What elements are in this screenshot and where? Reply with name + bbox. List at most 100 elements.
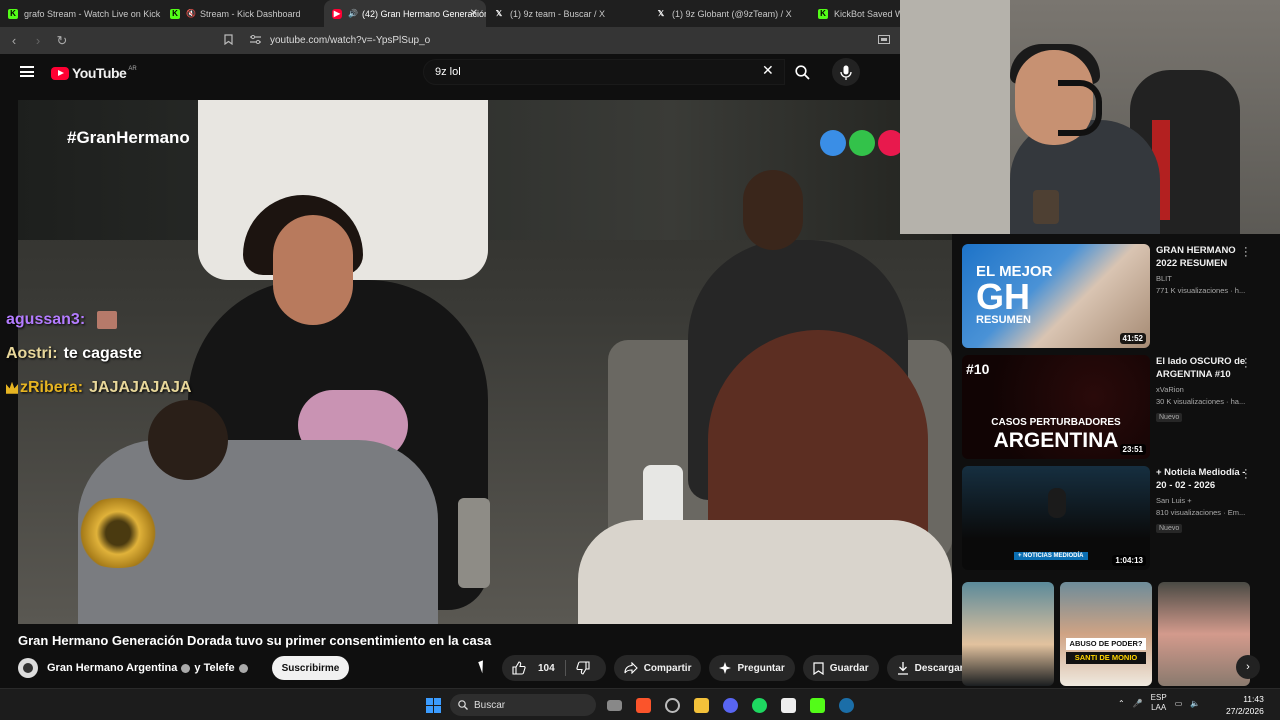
volume-icon[interactable]: 🔈 — [1190, 699, 1200, 708]
channel-name[interactable]: Gran Hermano Argentina — [47, 662, 177, 674]
youtube-header: YouTube AR 9z lol ✕ — [0, 54, 900, 94]
chevron-up-icon[interactable]: ⌃ — [1118, 699, 1125, 708]
short-caption: SANTI DE MONIO — [1066, 652, 1146, 664]
steam-icon[interactable] — [836, 694, 856, 716]
more-vertical-icon[interactable]: · · · — [1244, 465, 1248, 484]
ask-button[interactable]: Preguntar — [709, 655, 795, 681]
channel-bug-dots — [820, 130, 904, 156]
mate-cup — [1033, 190, 1059, 224]
channel-name[interactable]: BLIT — [1156, 274, 1246, 283]
video-actions: 104 Compartir Preguntar Guardar Descarga… — [502, 655, 1008, 681]
next-arrow-button[interactable]: › — [1236, 655, 1260, 679]
taskbar-search[interactable]: Buscar — [450, 694, 596, 716]
chat-text: te cagaste — [63, 345, 142, 362]
x-icon: 𝕏 — [495, 9, 503, 18]
recommended-video[interactable]: EL MEJOR GH RESUMEN 41:52 GRAN HERMANO 2… — [962, 240, 1262, 348]
recommended-video[interactable]: + NOTICIAS MEDIODÍA 1:04:13 + Noticia Me… — [962, 462, 1262, 570]
windows-start-icon[interactable] — [426, 698, 441, 713]
save-button[interactable]: Guardar — [802, 655, 879, 681]
browser-tab-x-search[interactable]: 𝕏 (1) 9z team - Buscar / X — [486, 0, 648, 27]
video-figure — [578, 520, 952, 624]
close-tab-icon[interactable]: ✕ — [470, 8, 478, 19]
system-tray: ⌃ 🎤 ESP LAA ▭ 🔈 — [1118, 693, 1200, 713]
bookmark-icon[interactable] — [224, 33, 233, 48]
recommended-video[interactable]: #10 CASOS PERTURBADORES ARGENTINA 23:51 … — [962, 351, 1262, 459]
hamburger-menu-icon[interactable] — [20, 66, 34, 77]
subscribe-button[interactable]: Suscribirme — [271, 656, 350, 680]
video-thumbnail[interactable]: EL MEJOR GH RESUMEN 41:52 — [962, 244, 1150, 348]
share-label: Compartir — [643, 662, 692, 674]
browser-tab-kick-dashboard[interactable]: K 🔇 Stream - Kick Dashboard — [162, 0, 324, 27]
capcut-icon[interactable] — [778, 694, 798, 716]
search-input[interactable]: 9z lol — [423, 59, 785, 85]
brave-browser-icon[interactable] — [633, 694, 653, 716]
settings-icon[interactable] — [662, 694, 682, 716]
keyboard-layout: LAA — [1151, 703, 1167, 712]
video-player[interactable]: #GranHermano — [18, 100, 952, 624]
short-caption: ABUSO DE PODER? — [1066, 638, 1146, 650]
muted-speaker-icon[interactable]: 🔇 — [186, 9, 196, 18]
channel-row: Gran Hermano Argentina y Telefe Suscribi… — [18, 655, 350, 681]
microphone-icon — [840, 65, 852, 80]
short-thumbnail[interactable]: ABUSO DE PODER? SANTI DE MONIO — [1060, 582, 1152, 686]
video-title[interactable]: GRAN HERMANO 2022 RESUMEN — [1156, 244, 1246, 270]
share-button[interactable]: Compartir — [613, 655, 702, 681]
spotify-icon[interactable] — [749, 694, 769, 716]
task-view-icon[interactable] — [604, 694, 624, 716]
browser-tab-youtube[interactable]: ▶ 🔊 (42) Gran Hermano Generación ✕ — [324, 0, 486, 27]
youtube-logo[interactable]: YouTube AR — [51, 65, 137, 81]
browser-tab-kick-stream[interactable]: K grafo Stream - Watch Live on Kick — [0, 0, 162, 27]
tab-label: grafo Stream - Watch Live on Kick — [24, 8, 161, 19]
webcam-shelf — [900, 0, 1010, 234]
cast-icon[interactable] — [878, 34, 890, 47]
video-thumbnail[interactable]: #10 CASOS PERTURBADORES ARGENTINA 23:51 — [962, 355, 1150, 459]
video-title[interactable]: + Noticia Mediodía - 20 - 02 - 2026 — [1156, 466, 1246, 492]
channel-collaborator[interactable]: y Telefe — [194, 662, 234, 674]
language-indicator[interactable]: ESP LAA — [1151, 693, 1167, 713]
dislike-button[interactable] — [566, 655, 606, 681]
browser-tab-x-profile[interactable]: 𝕏 (1) 9z Globant (@9zTeam) / X — [648, 0, 810, 27]
back-icon[interactable]: ‹ — [4, 33, 24, 48]
download-button[interactable]: Descargar — [886, 655, 974, 681]
chat-username: zRibera: — [20, 379, 84, 396]
more-vertical-icon[interactable]: · · · — [1244, 354, 1248, 373]
site-info-icon[interactable] — [250, 34, 261, 47]
video-info: El lado OSCURO de ARGENTINA #10 xVaRion … — [1156, 355, 1246, 424]
network-icon[interactable]: ▭ — [1175, 699, 1183, 708]
video-info: + Noticia Mediodía - 20 - 02 - 2026 San … — [1156, 466, 1246, 535]
kick-icon[interactable] — [807, 694, 827, 716]
video-figure — [148, 400, 228, 480]
search-button[interactable] — [786, 59, 818, 85]
kick-icon: K — [8, 8, 18, 19]
like-button[interactable]: 104 — [502, 655, 565, 681]
thumbnail-text: EL MEJOR GH RESUMEN — [976, 264, 1052, 326]
chat-message: agussan3: — [6, 311, 118, 329]
channel-name[interactable]: San Luis + — [1156, 496, 1246, 505]
like-dislike-group: 104 — [502, 655, 606, 681]
video-figure — [458, 498, 490, 588]
gran-hermano-eye-logo — [68, 498, 168, 568]
thumbnail-text-line: RESUMEN — [976, 314, 1032, 326]
windows-taskbar: Buscar ⌃ 🎤 ESP LAA ▭ 🔈 11:43 27/2/2026 — [0, 688, 1280, 720]
channel-avatar[interactable] — [18, 658, 38, 678]
search-icon — [794, 64, 810, 80]
clear-search-icon[interactable]: ✕ — [762, 62, 774, 79]
green-dot — [849, 130, 875, 156]
video-thumbnail[interactable]: + NOTICIAS MEDIODÍA 1:04:13 — [962, 466, 1150, 570]
channel-name[interactable]: xVaRion — [1156, 385, 1246, 394]
discord-icon[interactable] — [720, 694, 740, 716]
voice-search-button[interactable] — [832, 58, 860, 86]
video-title[interactable]: El lado OSCURO de ARGENTINA #10 — [1156, 355, 1246, 381]
tab-label: KickBot Saved Wi — [834, 8, 906, 19]
taskbar-clock[interactable]: 11:43 27/2/2026 — [1226, 693, 1264, 717]
clock-date: 27/2/2026 — [1226, 706, 1264, 716]
microphone-icon[interactable]: 🎤 — [1133, 699, 1143, 708]
short-thumbnail[interactable] — [962, 582, 1054, 686]
video-meta: 30 K visualizaciones · ha... — [1156, 397, 1246, 406]
file-explorer-icon[interactable] — [691, 694, 711, 716]
reload-icon[interactable]: ↻ — [52, 33, 72, 49]
forward-icon[interactable]: › — [28, 33, 48, 48]
speaker-icon[interactable]: 🔊 — [348, 9, 358, 18]
more-vertical-icon[interactable]: · · · — [1244, 243, 1248, 262]
address-bar[interactable]: youtube.com/watch?v=-YpsPlSup_o — [220, 31, 900, 50]
